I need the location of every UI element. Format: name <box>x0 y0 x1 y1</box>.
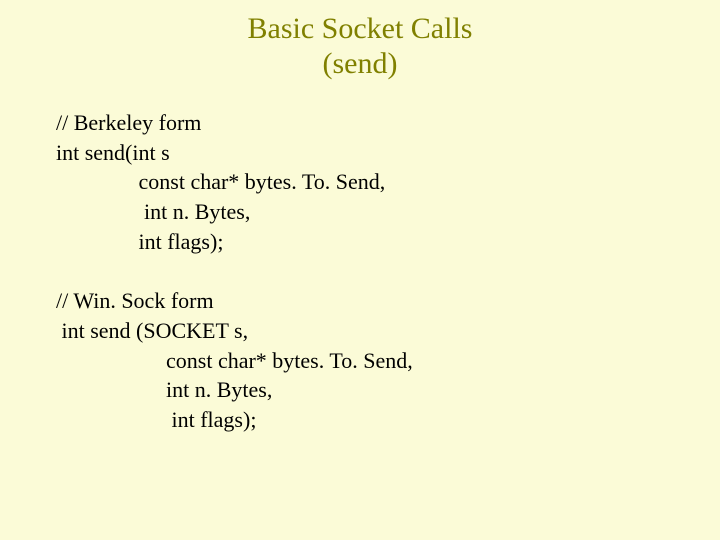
blank-line <box>56 258 62 283</box>
code-block: // Berkeley form int send(int s const ch… <box>56 108 676 435</box>
title-line-1: Basic Socket Calls <box>248 12 473 45</box>
title-line-2: (send) <box>323 47 398 80</box>
berkeley-param-2: int n. Bytes, <box>56 199 250 224</box>
berkeley-comment: // Berkeley form <box>56 110 201 135</box>
winsock-param-1: const char* bytes. To. Send, <box>56 348 413 373</box>
slide: Basic Socket Calls (send) // Berkeley fo… <box>0 0 720 540</box>
winsock-comment: // Win. Sock form <box>56 288 214 313</box>
slide-title: Basic Socket Calls (send) <box>0 12 720 81</box>
winsock-param-2: int n. Bytes, <box>56 377 272 402</box>
winsock-param-3: int flags); <box>56 407 256 432</box>
berkeley-param-3: int flags); <box>56 229 223 254</box>
berkeley-signature: int send(int s <box>56 140 170 165</box>
berkeley-param-1: const char* bytes. To. Send, <box>56 169 385 194</box>
winsock-signature: int send (SOCKET s, <box>56 318 248 343</box>
